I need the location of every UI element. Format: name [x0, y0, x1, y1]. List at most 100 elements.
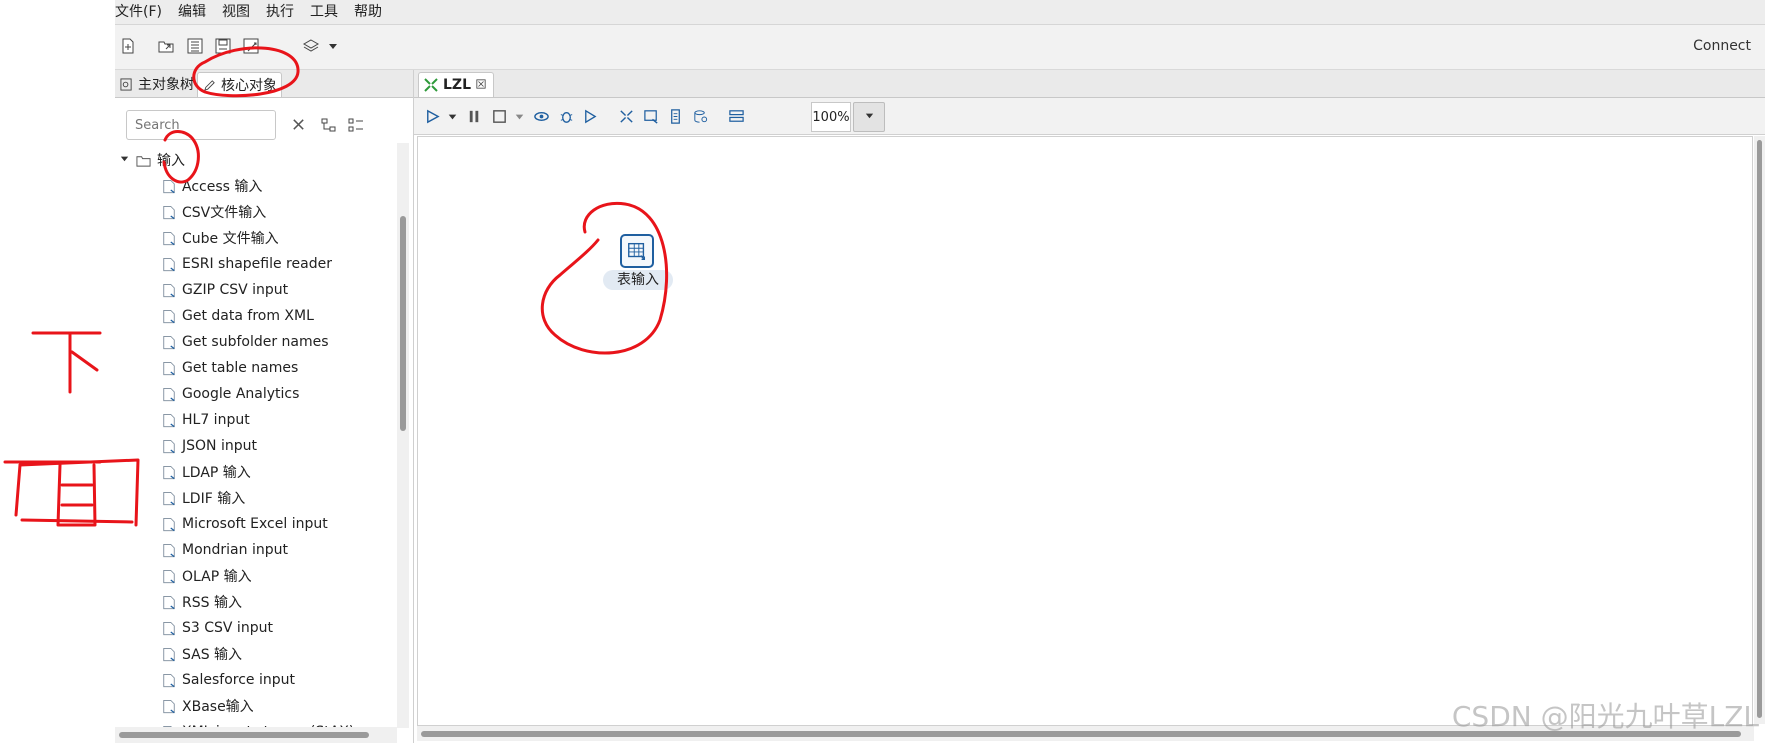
- tab-label: 核心对象: [221, 78, 277, 94]
- expand-tree-icon[interactable]: [345, 114, 367, 136]
- tree-item[interactable]: Google Analytics: [161, 383, 299, 405]
- replay-icon[interactable]: [580, 106, 600, 126]
- tree-item[interactable]: XBase输入: [161, 695, 254, 717]
- cube-icon: [161, 230, 176, 246]
- scrollbar-thumb[interactable]: [1757, 140, 1762, 718]
- table-input-icon: [620, 234, 654, 268]
- tree-item[interactable]: Get table names: [161, 357, 298, 379]
- tree-scrollbar-vertical[interactable]: [397, 143, 409, 728]
- sql-script-icon[interactable]: [665, 106, 685, 126]
- run-icon[interactable]: [422, 106, 442, 126]
- tree-item-label: S3 CSV input: [182, 620, 273, 636]
- menu-edit[interactable]: 编辑: [178, 0, 214, 22]
- shield-icon: [161, 464, 176, 480]
- transformation-canvas[interactable]: 表输入: [417, 136, 1753, 726]
- zoom-field[interactable]: 100%: [811, 102, 851, 132]
- impact-icon[interactable]: [641, 106, 661, 126]
- zoom-dropdown-button[interactable]: [853, 102, 885, 132]
- tree-item[interactable]: JSON input: [161, 435, 257, 457]
- tree-item[interactable]: Get data from XML: [161, 305, 314, 327]
- tree-item[interactable]: S3 CSV input: [161, 617, 273, 639]
- json-icon: [161, 438, 176, 454]
- tree-item[interactable]: CSV文件输入: [161, 201, 266, 223]
- tree-item[interactable]: ESRI shapefile reader: [161, 253, 332, 275]
- menu-run[interactable]: 执行: [266, 0, 302, 22]
- canvas-scrollbar-vertical[interactable]: [1754, 136, 1765, 724]
- menu-tools[interactable]: 工具: [310, 0, 346, 22]
- verify-icon[interactable]: [616, 106, 636, 126]
- tree-item-label: SAS 输入: [182, 647, 243, 663]
- new-file-icon[interactable]: [117, 35, 139, 57]
- table-icon: [161, 360, 176, 376]
- tree-item[interactable]: Get subfolder names: [161, 331, 329, 353]
- collapse-tree-icon[interactable]: [318, 114, 340, 136]
- editor-tabs: LZL: [414, 70, 1765, 98]
- tree-item-label: Access 输入: [182, 179, 263, 195]
- scrollbar-thumb[interactable]: [400, 216, 406, 431]
- save-as-icon[interactable]: [240, 35, 262, 57]
- tree-item[interactable]: OLAP 输入: [161, 565, 252, 587]
- left-panel-tabs: 主对象树 核心对象: [115, 70, 413, 98]
- connect-button[interactable]: Connect: [1693, 38, 1751, 54]
- editor-toolbar: 100%: [414, 98, 1765, 135]
- tree-item[interactable]: Mondrian input: [161, 539, 288, 561]
- menu-help[interactable]: 帮助: [354, 0, 390, 22]
- pause-icon[interactable]: [464, 106, 484, 126]
- tree-item[interactable]: LDIF 输入: [161, 487, 245, 509]
- menu-file[interactable]: 文件(F): [115, 0, 170, 22]
- tree-scrollbar-horizontal[interactable]: [115, 727, 397, 743]
- debug-bug-icon[interactable]: [556, 106, 576, 126]
- preview-eye-icon[interactable]: [531, 106, 551, 126]
- tree-item[interactable]: Access 输入: [161, 175, 262, 197]
- explore-db-icon[interactable]: [690, 106, 710, 126]
- s3-icon: [161, 620, 176, 636]
- search-doc-icon: [119, 76, 134, 92]
- open-folder-icon[interactable]: [155, 35, 177, 57]
- close-icon[interactable]: [288, 114, 308, 134]
- tree-folder-input[interactable]: 输入: [119, 149, 185, 171]
- rss-icon: [161, 594, 176, 610]
- tree-item[interactable]: Salesforce input: [161, 669, 295, 691]
- dropdown-arrow-icon[interactable]: [322, 35, 344, 57]
- dropdown-arrow-icon[interactable]: [442, 106, 462, 126]
- step-label: 表输入: [603, 270, 673, 290]
- tree-item[interactable]: Cube 文件输入: [161, 227, 279, 249]
- close-icon[interactable]: [476, 77, 486, 93]
- scrollbar-thumb[interactable]: [119, 732, 369, 738]
- tree-item[interactable]: RSS 输入: [161, 591, 242, 613]
- explorer-icon[interactable]: [184, 35, 206, 57]
- cube-outline-icon: [161, 542, 176, 558]
- transformation-icon: [423, 77, 438, 93]
- tab-main-object-tree[interactable]: 主对象树: [115, 72, 198, 96]
- tree-item-label: Cube 文件输入: [182, 231, 279, 247]
- chevron-down-icon[interactable]: [119, 152, 130, 168]
- dropdown-arrow-icon[interactable]: [509, 106, 529, 126]
- menu-view[interactable]: 视图: [222, 0, 258, 22]
- shield-icon: [161, 490, 176, 506]
- show-results-icon[interactable]: [726, 106, 746, 126]
- tree-item-label: OLAP 输入: [182, 569, 252, 585]
- search-input[interactable]: [126, 110, 276, 140]
- tree-item-label: LDAP 输入: [182, 465, 251, 481]
- tab-core-objects[interactable]: 核心对象: [197, 72, 282, 97]
- file-input-icon: [161, 178, 176, 194]
- stop-icon[interactable]: [489, 106, 509, 126]
- xbase-icon: [161, 698, 176, 714]
- tree-item[interactable]: Microsoft Excel input: [161, 513, 328, 535]
- tree-item-label: Google Analytics: [182, 386, 300, 402]
- step-table-input[interactable]: 表输入: [603, 234, 673, 294]
- tree-item[interactable]: HL7 input: [161, 409, 250, 431]
- tree-item[interactable]: GZIP CSV input: [161, 279, 288, 301]
- editor-area: LZL 100% 表输入: [414, 70, 1765, 743]
- excel-icon: [161, 516, 176, 532]
- tree-item[interactable]: SAS 输入: [161, 643, 242, 665]
- layers-icon[interactable]: [300, 35, 322, 57]
- tree-item[interactable]: LDAP 输入: [161, 461, 251, 483]
- save-icon[interactable]: [212, 35, 234, 57]
- sas-icon: [161, 646, 176, 662]
- gzip-icon: [161, 282, 176, 298]
- xml-icon: [161, 308, 176, 324]
- analytics-icon: [161, 386, 176, 402]
- tab-transformation[interactable]: LZL: [418, 72, 494, 97]
- menu-bar: 文件(F) 编辑 视图 执行 工具 帮助: [115, 0, 1765, 25]
